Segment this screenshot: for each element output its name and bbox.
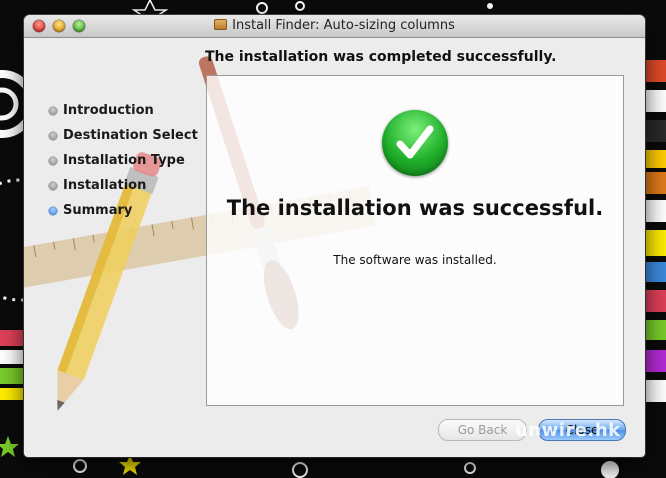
package-icon — [214, 19, 228, 30]
step-bullet-icon — [49, 106, 57, 115]
installer-window: Install Finder: Auto-sizing columns The … — [24, 15, 645, 457]
step-destination-select: Destination Select — [49, 123, 198, 148]
checkmark-icon — [382, 110, 448, 176]
step-label: Destination Select — [63, 128, 198, 143]
step-installation-type: Installation Type — [49, 148, 198, 173]
step-label: Introduction — [63, 103, 154, 118]
window-title-group: Install Finder: Auto-sizing columns — [24, 18, 645, 33]
title-bar[interactable]: Install Finder: Auto-sizing columns — [24, 15, 645, 38]
success-message: The software was installed. — [333, 253, 497, 267]
step-bullet-active-icon — [49, 206, 57, 215]
step-label: Summary — [63, 203, 133, 218]
step-summary: Summary — [49, 198, 198, 223]
step-introduction: Introduction — [49, 98, 198, 123]
step-label: Installation Type — [63, 153, 185, 168]
success-title: The installation was successful. — [226, 196, 604, 220]
go-back-button[interactable]: Go Back — [438, 419, 527, 441]
installer-steps: Introduction Destination Select Installa… — [49, 98, 198, 223]
step-bullet-icon — [49, 181, 57, 190]
step-installation: Installation — [49, 173, 198, 198]
step-label: Installation — [63, 178, 147, 193]
step-bullet-icon — [49, 156, 57, 165]
step-bullet-icon — [49, 131, 57, 140]
summary-panel: The installation was successful. The sof… — [206, 75, 624, 406]
installer-header: The installation was completed successfu… — [205, 49, 557, 65]
watermark: unwire.hk — [515, 420, 621, 441]
window-title: Install Finder: Auto-sizing columns — [232, 18, 455, 33]
